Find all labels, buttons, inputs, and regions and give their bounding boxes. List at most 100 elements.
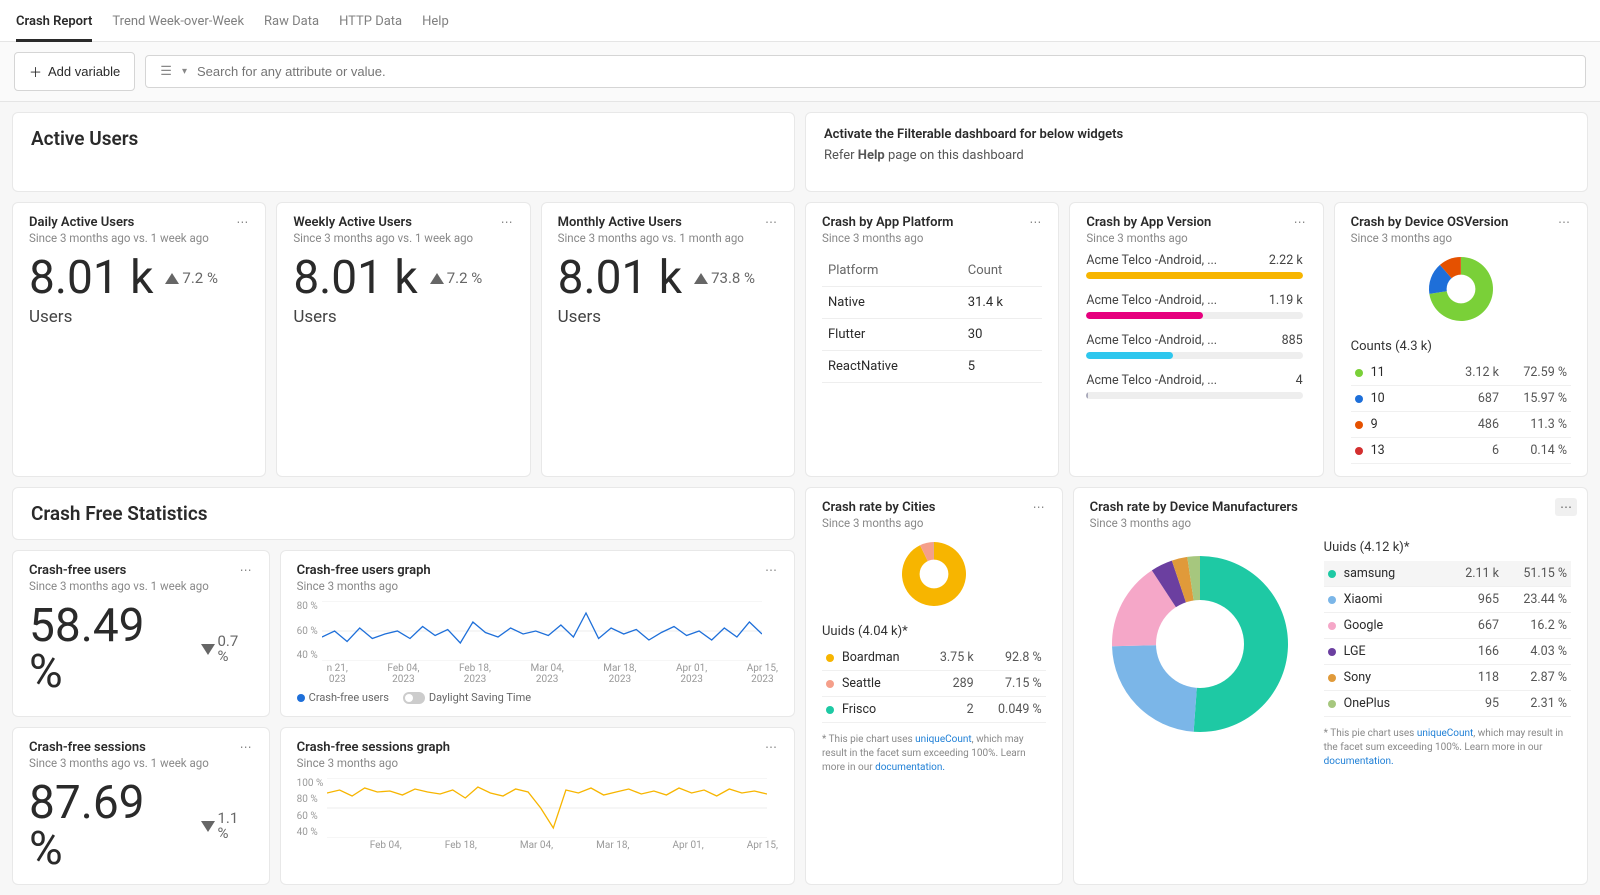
tick-label: Feb 04, 2023 [387, 663, 419, 685]
legend-value-2: 0.049 % [982, 702, 1042, 717]
uniquecount-link[interactable]: uniqueCount [915, 734, 971, 745]
top-tabs: Crash Report Trend Week-over-Week Raw Data… [0, 0, 1600, 42]
add-variable-button[interactable]: ＋ Add variable [14, 52, 135, 91]
legend-value-2: 2.31 % [1507, 696, 1567, 711]
legend-label: Seattle [842, 676, 906, 691]
tab-http-data[interactable]: HTTP Data [339, 8, 402, 41]
crash-cities-card: Crash rate by Cities Since 3 months ago … [805, 487, 1063, 885]
legend-title: Uuids (4.04 k)* [822, 624, 1046, 639]
legend-row[interactable]: Xiaomi96523.44 % [1324, 587, 1571, 613]
note-pre: * This pie chart uses [1324, 728, 1417, 739]
uniquecount-link[interactable]: uniqueCount [1417, 728, 1473, 739]
card-sub: Since 3 months ago vs. 1 week ago [29, 579, 209, 593]
legend-row[interactable]: Sony1182.87 % [1324, 665, 1571, 691]
tick-label: 40 % [297, 827, 324, 838]
tab-crash-report[interactable]: Crash Report [16, 8, 92, 42]
legend-row[interactable]: Google66716.2 % [1324, 613, 1571, 639]
legend-label: Xiaomi [1344, 592, 1431, 607]
legend-label: Crash-free users [309, 691, 389, 704]
legend-value-2: 15.97 % [1507, 391, 1567, 406]
bar-track [1086, 352, 1302, 359]
legend-value-1: 6 [1439, 443, 1499, 458]
tab-trend-week-over-week[interactable]: Trend Week-over-Week [112, 8, 244, 41]
triangle-down-icon [201, 644, 215, 655]
legend-row[interactable]: Seattle2897.15 % [822, 671, 1046, 697]
more-icon[interactable]: ⋯ [1555, 498, 1577, 516]
more-icon[interactable]: ⋯ [1294, 215, 1307, 229]
legend-row[interactable]: samsung2.11 k51.15 % [1324, 561, 1571, 587]
table-row: Flutter30 [822, 319, 1042, 351]
change-indicator: 7.2 % [165, 271, 218, 286]
legend-row[interactable]: 948611.3 % [1351, 412, 1571, 438]
legend-label: LGE [1344, 644, 1431, 659]
cell: Flutter [822, 319, 962, 351]
legend-value-1: 118 [1439, 670, 1499, 685]
legend-row[interactable]: OnePlus952.31 % [1324, 691, 1571, 717]
legend-row[interactable]: 113.12 k72.59 % [1351, 360, 1571, 386]
more-icon[interactable]: ⋯ [765, 215, 778, 229]
legend-row[interactable]: Boardman3.75 k92.8 % [822, 645, 1046, 671]
tick-label: Mar 04, [520, 840, 553, 851]
bar-track [1086, 272, 1302, 279]
documentation-link[interactable]: documentation. [875, 762, 945, 773]
legend-value-1: 2.11 k [1439, 566, 1499, 581]
legend-row[interactable]: 1068715.97 % [1351, 386, 1571, 412]
metric-value: 8.01 k7.2 % [293, 255, 513, 301]
tab-help[interactable]: Help [422, 8, 449, 41]
value-text: 8.01 k [29, 255, 153, 301]
card-sub: Since 3 months ago [822, 231, 953, 245]
card-title: Crash by Device OSVersion [1351, 215, 1509, 230]
more-icon[interactable]: ⋯ [240, 563, 253, 577]
legend-value-1: 95 [1439, 696, 1499, 711]
legend-row[interactable]: 1360.14 % [1351, 438, 1571, 464]
more-icon[interactable]: ⋯ [765, 740, 778, 754]
more-icon[interactable]: ⋯ [501, 215, 514, 229]
metric-unit: Users [558, 307, 778, 327]
legend-label: Google [1344, 618, 1431, 633]
legend-value-1: 289 [914, 676, 974, 691]
legend-value-2: 23.44 % [1507, 592, 1567, 607]
bar-row: Acme Telco -Android, ...885 [1086, 333, 1302, 359]
more-icon[interactable]: ⋯ [1033, 500, 1046, 514]
tick-label: Apr 15, [747, 840, 778, 851]
value-text: 87.69 % [29, 780, 189, 872]
card-title: Crash by App Platform [822, 215, 953, 230]
more-icon[interactable]: ⋯ [765, 563, 778, 577]
tick-label: 40 % [297, 650, 318, 661]
legend-row[interactable]: Frisco20.049 % [822, 697, 1046, 723]
change-text: 73.8 % [711, 271, 755, 286]
toggle-icon[interactable] [403, 692, 425, 704]
crash-mfg-card: ⋯ Crash rate by Device Manufacturers Sin… [1073, 487, 1588, 885]
active-users-row: Daily Active UsersSince 3 months ago vs.… [12, 202, 795, 477]
add-variable-label: Add variable [48, 64, 120, 79]
triangle-down-icon [201, 821, 215, 832]
legend-row[interactable]: LGE1664.03 % [1324, 639, 1571, 665]
x-axis-ticks: Feb 04,Feb 18,Mar 04,Mar 18,Apr 01,Apr 1… [297, 840, 778, 851]
change-indicator: 0.7 % [201, 634, 253, 664]
card-sub: Since 3 months ago [822, 516, 935, 530]
crash-free-sessions-graph-card: Crash-free sessions graph Since 3 months… [280, 727, 795, 885]
bar-value: 1.19 k [1269, 293, 1303, 308]
more-icon[interactable]: ⋯ [1558, 215, 1571, 229]
filterable-title: Activate the Filterable dashboard for be… [824, 127, 1569, 142]
swatch-icon [1328, 700, 1336, 708]
metric-value: 58.49 % 0.7 % [29, 603, 253, 695]
legend-value-1: 687 [1439, 391, 1499, 406]
more-icon[interactable]: ⋯ [236, 215, 249, 229]
bar-value: 885 [1282, 333, 1303, 348]
legend-title: Counts (4.3 k) [1351, 339, 1571, 354]
chevron-down-icon[interactable]: ▾ [182, 66, 187, 77]
more-icon[interactable]: ⋯ [240, 740, 253, 754]
documentation-link[interactable]: documentation. [1324, 756, 1394, 767]
crash-os-card: Crash by Device OSVersion Since 3 months… [1334, 202, 1588, 477]
os-legend: 113.12 k72.59 %1068715.97 %948611.3 %136… [1351, 360, 1571, 464]
card-sub: Since 3 months ago vs. 1 month ago [558, 231, 744, 245]
filter-icon[interactable]: ☰ [160, 64, 172, 79]
tick-label: Feb 18, [445, 840, 477, 851]
search-input[interactable] [197, 64, 1571, 79]
bar-label: Acme Telco -Android, ... [1086, 253, 1217, 268]
tab-raw-data[interactable]: Raw Data [264, 8, 319, 41]
tick-label: Mar 18, [596, 840, 629, 851]
legend-label: samsung [1344, 566, 1431, 581]
more-icon[interactable]: ⋯ [1029, 215, 1042, 229]
